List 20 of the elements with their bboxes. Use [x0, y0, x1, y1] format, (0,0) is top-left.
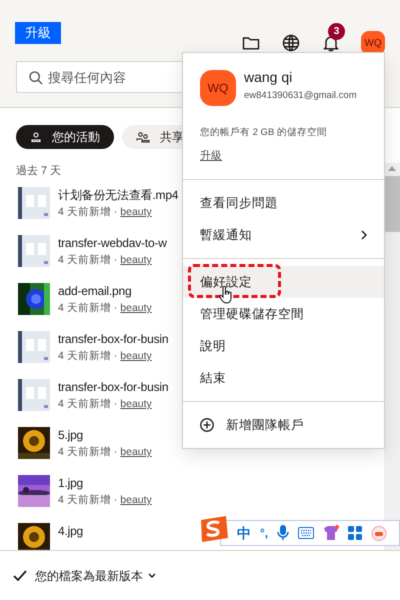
file-added-time: 4 天前新增: [58, 445, 111, 460]
file-added-time: 4 天前新增: [58, 349, 111, 364]
account-avatar: WQ: [200, 70, 236, 106]
separator-dot: ·: [114, 493, 118, 508]
account-email: ew841390631@gmail.com: [244, 89, 357, 103]
file-added-time: 4 天前新增: [58, 205, 111, 220]
file-added-time: 4 天前新增: [58, 493, 111, 508]
separator-dot: ·: [114, 397, 118, 412]
file-added-time: 4 天前新增: [58, 301, 111, 316]
account-name: wang qi: [244, 68, 294, 86]
notification-badge: 3: [328, 23, 345, 40]
separator-dot: ·: [114, 445, 118, 460]
separator-dot: ·: [114, 349, 118, 364]
file-added-time: 4 天前新增: [58, 253, 111, 268]
separator-dot: ·: [114, 301, 118, 316]
separator-dot: ·: [114, 253, 118, 268]
section-title: 過去 7 天: [15, 164, 62, 179]
file-added-time: 4 天前新增: [58, 397, 111, 412]
separator-dot: ·: [114, 205, 118, 220]
storage-text: 您的帳戶有 2 GB 的儲存空間: [200, 126, 328, 140]
